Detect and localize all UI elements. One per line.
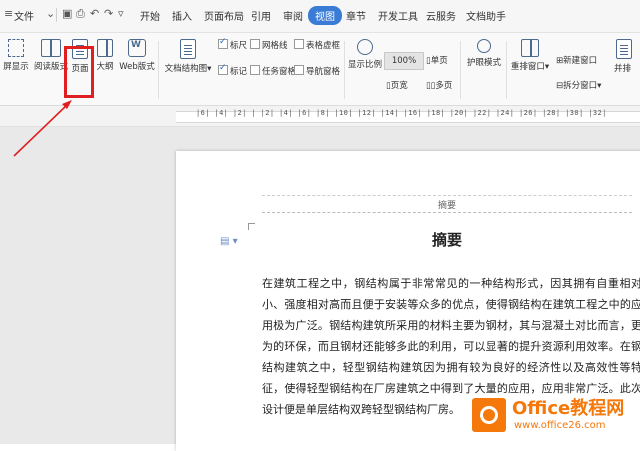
watermark-url: www.office26.com [514,420,606,431]
office-logo-icon [472,398,506,432]
watermark-brand: Office教程网 [512,398,625,419]
watermark-logo: Office教程网 www.office26.com [472,392,640,444]
